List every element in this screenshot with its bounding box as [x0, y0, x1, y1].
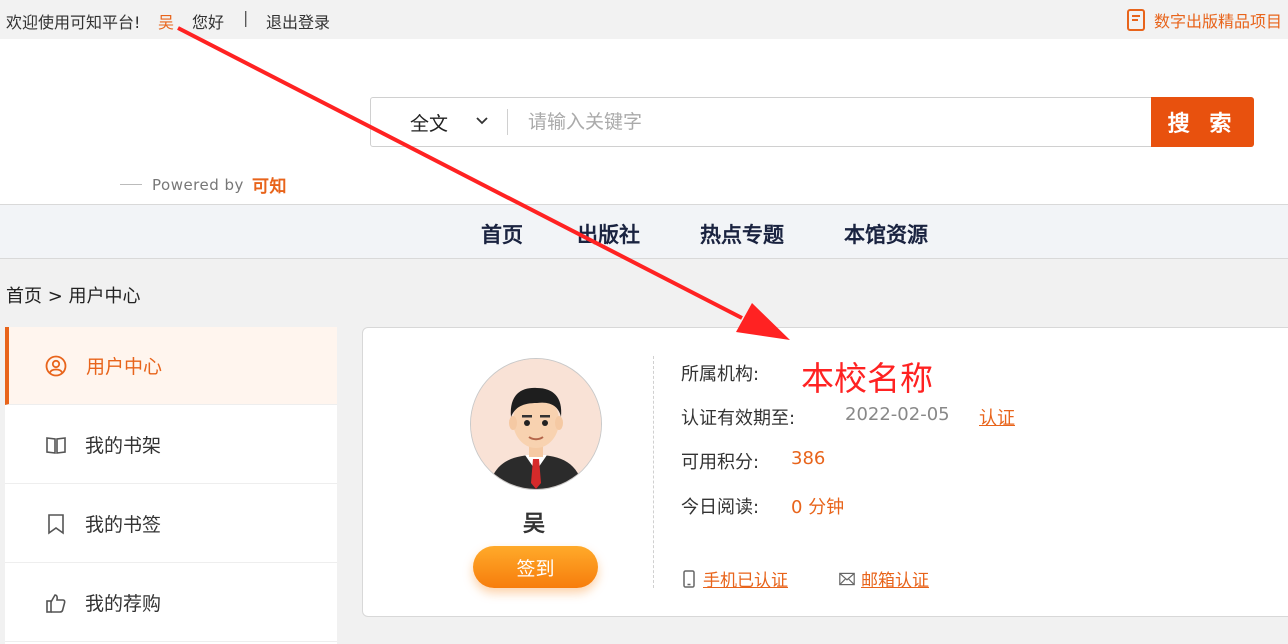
avatar — [470, 358, 602, 490]
points-value: 386 — [791, 448, 826, 469]
logout-link[interactable]: 退出登录 — [266, 9, 330, 33]
phone-verify-link[interactable]: 手机已认证 — [681, 566, 788, 591]
main-nav: 首页 出版社 热点专题 本馆资源 — [0, 205, 1288, 259]
powered-dash — [120, 184, 142, 185]
profile-card: 吴 签到 所属机构: 本校名称 认证有效期至: 2022-02-05 认证 可用… — [362, 327, 1288, 617]
sidebar-item-label: 我的书架 — [85, 435, 162, 457]
open-book-icon — [46, 436, 66, 454]
thumbs-up-icon — [46, 593, 66, 613]
search-bar: 全文 搜 索 — [370, 97, 1254, 147]
cert-expiry-value: 2022-02-05 — [845, 404, 950, 425]
search-input[interactable] — [528, 106, 1128, 138]
hello-text: 您好 — [192, 13, 225, 32]
powered-brand: 可知 — [251, 177, 287, 197]
powered-by-text: Powered by — [152, 175, 244, 194]
project-link-label: 数字出版精品项目 — [1153, 12, 1282, 31]
user-avatar-icon — [471, 359, 601, 489]
search-scope-select[interactable]: 全文 — [371, 98, 507, 146]
sidebar-item-label: 我的荐购 — [85, 593, 162, 615]
digital-publishing-project-link[interactable]: 数字出版精品项目 — [1126, 8, 1282, 32]
document-icon — [1126, 9, 1145, 31]
sidebar: 用户中心 我的书架 我的书签 我的荐购 — [5, 327, 337, 644]
sidebar-item-user-center[interactable]: 用户中心 — [5, 327, 337, 405]
sidebar-item-label: 用户中心 — [86, 356, 163, 378]
search-scope-label: 全文 — [410, 112, 449, 135]
breadcrumb: 首页 > 用户中心 — [6, 286, 141, 307]
search-button[interactable]: 搜 索 — [1151, 97, 1254, 147]
nav-item-home[interactable]: 首页 — [481, 219, 523, 249]
sidebar-item-recommendations[interactable]: 我的荐购 — [5, 564, 337, 642]
sidebar-item-label: 我的书签 — [85, 514, 162, 536]
bookmark-icon — [48, 513, 64, 535]
chevron-down-icon — [476, 117, 488, 125]
top-bar: 欢迎使用可知平台! 吴 您好 | 退出登录 数字出版精品项目 — [0, 0, 1288, 39]
nav-item-publishers[interactable]: 出版社 — [577, 219, 640, 249]
mail-icon — [839, 572, 855, 585]
card-divider — [653, 356, 654, 588]
signin-button[interactable]: 签到 — [473, 546, 598, 588]
user-circle-icon — [45, 355, 67, 376]
cert-link[interactable]: 认证 — [979, 404, 1015, 430]
nav-item-hot-topics[interactable]: 热点专题 — [700, 219, 784, 249]
search-divider — [507, 109, 508, 135]
institution-value: 本校名称 — [801, 359, 933, 398]
points-label: 可用积分: — [681, 452, 760, 473]
sidebar-item-bookmarks[interactable]: 我的书签 — [5, 485, 337, 563]
header: Powered by 可知 全文 搜 索 — [0, 39, 1288, 205]
phone-icon — [683, 569, 695, 588]
email-verify-link[interactable]: 邮箱认证 — [839, 566, 929, 591]
welcome-text: 欢迎使用可知平台! — [6, 13, 141, 32]
nav-item-library-resources[interactable]: 本馆资源 — [844, 219, 928, 249]
sidebar-item-bookshelf[interactable]: 我的书架 — [5, 406, 337, 484]
reading-value: 0 分钟 — [791, 497, 845, 518]
cert-expiry-label: 认证有效期至: — [681, 408, 796, 429]
topbar-separator: | — [243, 8, 249, 27]
phone-verify-label: 手机已认证 — [703, 571, 788, 591]
institution-label: 所属机构: — [681, 364, 760, 385]
email-verify-label: 邮箱认证 — [861, 571, 929, 591]
profile-name: 吴 — [523, 512, 546, 537]
user-name-link[interactable]: 吴 — [158, 9, 174, 33]
powered-by: Powered by 可知 — [120, 172, 287, 197]
reading-label: 今日阅读: — [681, 497, 760, 518]
